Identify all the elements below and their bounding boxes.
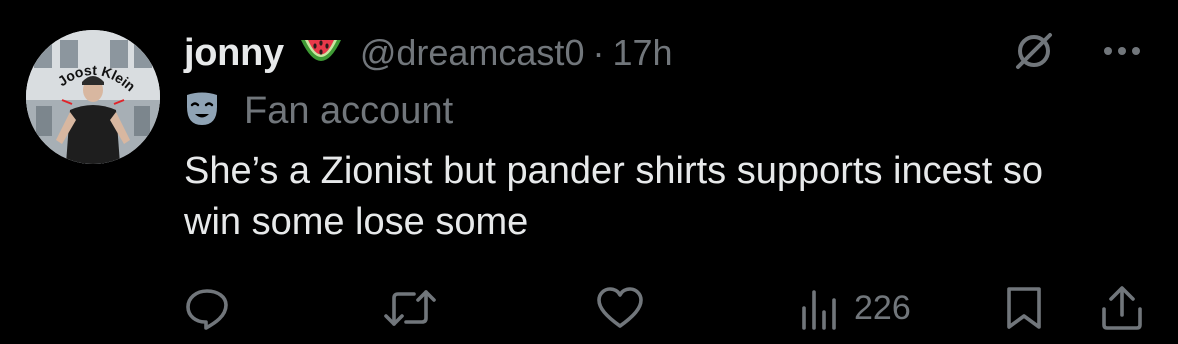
separator-dot: · bbox=[592, 32, 605, 73]
retweet-icon bbox=[384, 286, 436, 330]
views-count: 226 bbox=[854, 288, 911, 327]
account-label[interactable]: Fan account bbox=[184, 84, 1148, 138]
more-options-icon[interactable] bbox=[1102, 44, 1148, 62]
bookmark-icon bbox=[1004, 285, 1044, 331]
avatar[interactable]: Joost Klein bbox=[26, 30, 160, 164]
views-icon bbox=[800, 286, 840, 330]
reply-button[interactable] bbox=[184, 284, 230, 332]
theater-mask-icon bbox=[184, 91, 244, 132]
tweet-text: She’s a Zionist but pander shirts suppor… bbox=[184, 150, 1043, 243]
tweet-actions: 226 bbox=[184, 284, 1150, 332]
share-button[interactable] bbox=[1100, 284, 1144, 332]
header-actions bbox=[1012, 26, 1148, 80]
tweet-header: jonny @dreamcast0 · 17h bbox=[184, 26, 1148, 80]
tweet-content: jonny @dreamcast0 · 17h Fan account She’… bbox=[184, 26, 1148, 248]
heart-icon bbox=[596, 286, 644, 330]
avatar-image: Joost Klein bbox=[26, 30, 160, 164]
tweet[interactable]: Joost Klein jonny @dreamcast0 · 17h Fan … bbox=[0, 0, 1178, 344]
timestamp[interactable]: 17h bbox=[612, 32, 672, 74]
account-label-text: Fan account bbox=[244, 89, 454, 132]
bookmark-button[interactable] bbox=[1004, 284, 1044, 332]
views-button[interactable]: 226 bbox=[800, 284, 911, 332]
share-icon bbox=[1100, 285, 1144, 331]
retweet-button[interactable] bbox=[384, 284, 436, 332]
display-name[interactable]: jonny bbox=[184, 32, 284, 75]
watermelon-emoji-icon bbox=[298, 34, 344, 72]
grok-icon[interactable] bbox=[1012, 29, 1102, 78]
user-handle[interactable]: @dreamcast0 bbox=[360, 32, 585, 74]
reply-icon bbox=[184, 286, 230, 330]
like-button[interactable] bbox=[596, 284, 644, 332]
